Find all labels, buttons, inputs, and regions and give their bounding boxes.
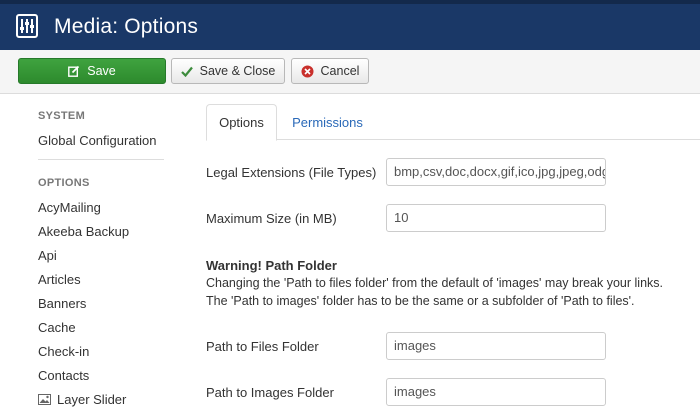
save-close-button[interactable]: Save & Close [171, 58, 285, 84]
image-icon [38, 394, 51, 405]
toolbar: Save Save & Close Cancel [0, 50, 700, 94]
sidebar-item-akeeba-backup[interactable]: Akeeba Backup [38, 224, 129, 239]
cancel-button[interactable]: Cancel [291, 58, 369, 84]
warning-title: Warning! Path Folder [206, 258, 337, 273]
tab-permissions[interactable]: Permissions [278, 104, 377, 140]
options-tabs: Options Permissions [206, 104, 700, 141]
sidebar-item-check-in[interactable]: Check-in [38, 344, 89, 359]
sidebar-item-api[interactable]: Api [38, 248, 57, 263]
options-sliders-icon [16, 14, 38, 38]
max-size-input[interactable]: 10 [386, 204, 606, 232]
legal-extensions-label: Legal Extensions (File Types) [206, 165, 377, 180]
images-folder-label: Path to Images Folder [206, 385, 334, 400]
sidebar-item-acymailing[interactable]: AcyMailing [38, 200, 101, 215]
legal-extensions-input[interactable]: bmp,csv,doc,docx,gif,ico,jpg,jpeg,odg,od… [386, 158, 606, 186]
sidebar-item-contacts[interactable]: Contacts [38, 368, 89, 383]
header-bar: Media: Options [0, 0, 700, 50]
warning-text-line2: The 'Path to images' folder has to be th… [206, 294, 635, 308]
sidebar-item-layer-slider[interactable]: Layer Slider [38, 392, 126, 407]
files-folder-label: Path to Files Folder [206, 339, 319, 354]
warning-text-line1: Changing the 'Path to files folder' from… [206, 276, 664, 290]
max-size-label: Maximum Size (in MB) [206, 211, 337, 226]
sidebar-divider [38, 159, 164, 160]
sidebar-item-cache[interactable]: Cache [38, 320, 76, 335]
save-button[interactable]: Save [18, 58, 166, 84]
sidebar-item-label: Layer Slider [57, 392, 127, 407]
check-icon [180, 66, 193, 77]
sidebar-heading-options: OPTIONS [38, 177, 90, 189]
images-folder-input[interactable]: images [386, 378, 606, 406]
sidebar-item-banners[interactable]: Banners [38, 296, 86, 311]
tab-options[interactable]: Options [206, 104, 277, 141]
edit-icon [68, 65, 80, 77]
sidebar-item-global-configuration[interactable]: Global Configuration [38, 133, 157, 148]
save-close-label: Save & Close [199, 64, 276, 78]
page-title: Media: Options [54, 15, 199, 38]
cancel-label: Cancel [320, 64, 360, 78]
save-label: Save [87, 64, 116, 78]
cancel-circle-icon [301, 65, 314, 77]
sidebar-heading-system: SYSTEM [38, 110, 86, 122]
files-folder-input[interactable]: images [386, 332, 606, 360]
sidebar-item-articles[interactable]: Articles [38, 272, 81, 287]
